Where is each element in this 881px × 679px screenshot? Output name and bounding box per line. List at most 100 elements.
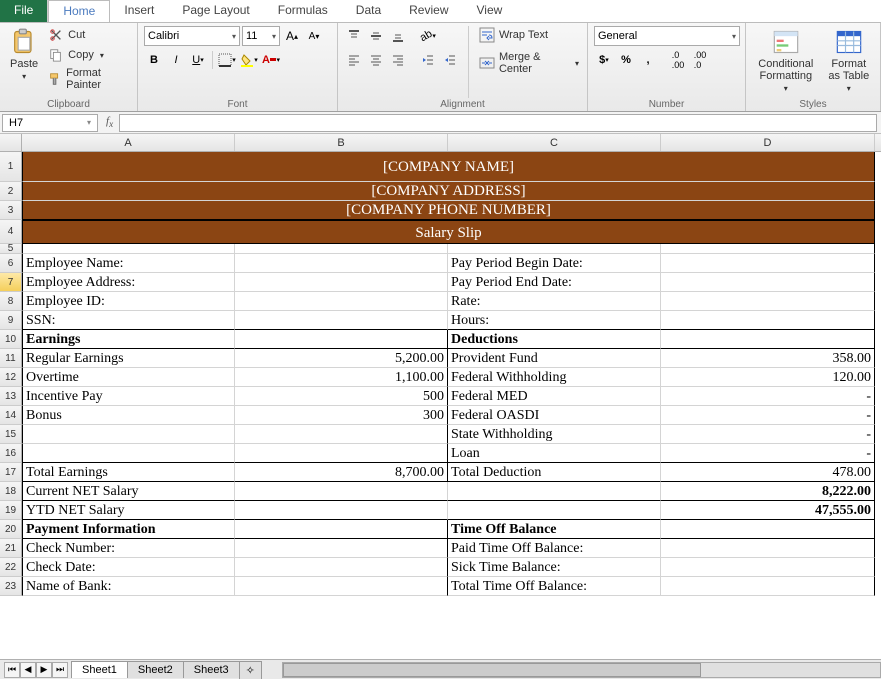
tab-view[interactable]: View: [463, 0, 517, 22]
sheet-tab-2[interactable]: Sheet2: [127, 661, 184, 678]
decrease-decimal-button[interactable]: .00.0: [690, 50, 710, 70]
cell[interactable]: [235, 558, 448, 577]
cell[interactable]: [235, 520, 448, 539]
cell[interactable]: Federal MED: [448, 387, 661, 406]
cell[interactable]: [661, 292, 875, 311]
fill-color-button[interactable]: ▾: [239, 50, 259, 70]
cell[interactable]: 300: [235, 406, 448, 425]
name-box[interactable]: H7▾: [2, 114, 98, 132]
cell[interactable]: Check Date:: [22, 558, 235, 577]
cell[interactable]: Total Deduction: [448, 463, 661, 482]
cell[interactable]: Pay Period Begin Date:: [448, 254, 661, 273]
row-header[interactable]: 8: [0, 292, 22, 311]
row-header[interactable]: 2: [0, 182, 22, 201]
cell[interactable]: Sick Time Balance:: [448, 558, 661, 577]
cell[interactable]: 500: [235, 387, 448, 406]
row-header[interactable]: 18: [0, 482, 22, 501]
cell[interactable]: 5,200.00: [235, 349, 448, 368]
col-header-a[interactable]: A: [22, 134, 235, 151]
cell[interactable]: Federal Withholding: [448, 368, 661, 387]
comma-button[interactable]: ,: [638, 50, 658, 70]
cell[interactable]: Deductions: [448, 330, 661, 349]
align-bottom-button[interactable]: [388, 26, 408, 46]
bold-button[interactable]: B: [144, 50, 164, 70]
cell[interactable]: Bonus: [22, 406, 235, 425]
format-painter-button[interactable]: Format Painter: [46, 66, 131, 92]
row-header[interactable]: 12: [0, 368, 22, 387]
formula-input[interactable]: [119, 114, 877, 132]
cell[interactable]: [448, 244, 661, 254]
cell[interactable]: Time Off Balance: [448, 520, 661, 539]
sheet-tab-3[interactable]: Sheet3: [183, 661, 240, 678]
row-header[interactable]: 6: [0, 254, 22, 273]
cell[interactable]: Payment Information: [22, 520, 235, 539]
cell[interactable]: [COMPANY NAME]: [22, 152, 875, 182]
cell[interactable]: -: [661, 406, 875, 425]
cell[interactable]: 120.00: [661, 368, 875, 387]
align-top-button[interactable]: [344, 26, 364, 46]
cell[interactable]: 478.00: [661, 463, 875, 482]
cell[interactable]: Federal OASDI: [448, 406, 661, 425]
cell[interactable]: Provident Fund: [448, 349, 661, 368]
font-color-button[interactable]: A▾: [261, 50, 281, 70]
align-middle-button[interactable]: [366, 26, 386, 46]
cell[interactable]: [235, 330, 448, 349]
cell[interactable]: [235, 482, 448, 501]
cell[interactable]: Check Number:: [22, 539, 235, 558]
cell[interactable]: [661, 254, 875, 273]
row-header[interactable]: 14: [0, 406, 22, 425]
cell[interactable]: [235, 501, 448, 520]
copy-button[interactable]: Copy▾: [46, 46, 131, 64]
cell[interactable]: [661, 558, 875, 577]
align-center-button[interactable]: [366, 50, 386, 70]
border-button[interactable]: ▾: [217, 50, 237, 70]
percent-button[interactable]: %: [616, 50, 636, 70]
grow-font-button[interactable]: A▴: [282, 26, 302, 46]
row-header[interactable]: 7: [0, 273, 22, 292]
underline-button[interactable]: U▾: [188, 50, 208, 70]
cell[interactable]: [COMPANY PHONE NUMBER]: [22, 201, 875, 220]
col-header-b[interactable]: B: [235, 134, 448, 151]
row-header[interactable]: 9: [0, 311, 22, 330]
cell[interactable]: Employee Name:: [22, 254, 235, 273]
cell[interactable]: [COMPANY ADDRESS]: [22, 182, 875, 201]
row-header[interactable]: 5: [0, 244, 22, 254]
cell[interactable]: [661, 539, 875, 558]
sheet-nav-prev[interactable]: ◀: [20, 662, 36, 678]
cell[interactable]: [661, 244, 875, 254]
cell[interactable]: [235, 311, 448, 330]
cell[interactable]: [235, 273, 448, 292]
cell[interactable]: Rate:: [448, 292, 661, 311]
conditional-formatting-button[interactable]: Conditional Formatting▾: [752, 26, 820, 95]
cell[interactable]: -: [661, 425, 875, 444]
cell[interactable]: [235, 292, 448, 311]
cell[interactable]: 47,555.00: [661, 501, 875, 520]
cell[interactable]: -: [661, 387, 875, 406]
decrease-indent-button[interactable]: [418, 50, 438, 70]
sheet-nav-last[interactable]: ⏭: [52, 662, 68, 678]
cell[interactable]: [661, 577, 875, 596]
new-sheet-button[interactable]: ✧: [239, 661, 262, 679]
cell[interactable]: [661, 520, 875, 539]
cell[interactable]: -: [661, 444, 875, 463]
row-header[interactable]: 15: [0, 425, 22, 444]
cell[interactable]: Salary Slip: [22, 220, 875, 244]
cell[interactable]: Total Earnings: [22, 463, 235, 482]
tab-home[interactable]: Home: [48, 0, 110, 22]
cell[interactable]: YTD NET Salary: [22, 501, 235, 520]
cell[interactable]: Earnings: [22, 330, 235, 349]
row-header[interactable]: 1: [0, 152, 22, 182]
tab-review[interactable]: Review: [395, 0, 462, 22]
row-header[interactable]: 13: [0, 387, 22, 406]
cell[interactable]: State Withholding: [448, 425, 661, 444]
cell[interactable]: [661, 273, 875, 292]
increase-decimal-button[interactable]: .0.00: [668, 50, 688, 70]
wrap-text-button[interactable]: Wrap Text: [477, 26, 581, 44]
cell[interactable]: [235, 539, 448, 558]
cell[interactable]: [235, 444, 448, 463]
cell[interactable]: Overtime: [22, 368, 235, 387]
sheet-nav-next[interactable]: ▶: [36, 662, 52, 678]
row-header[interactable]: 4: [0, 220, 22, 244]
tab-insert[interactable]: Insert: [110, 0, 168, 22]
font-name-combo[interactable]: Calibri▾: [144, 26, 240, 46]
